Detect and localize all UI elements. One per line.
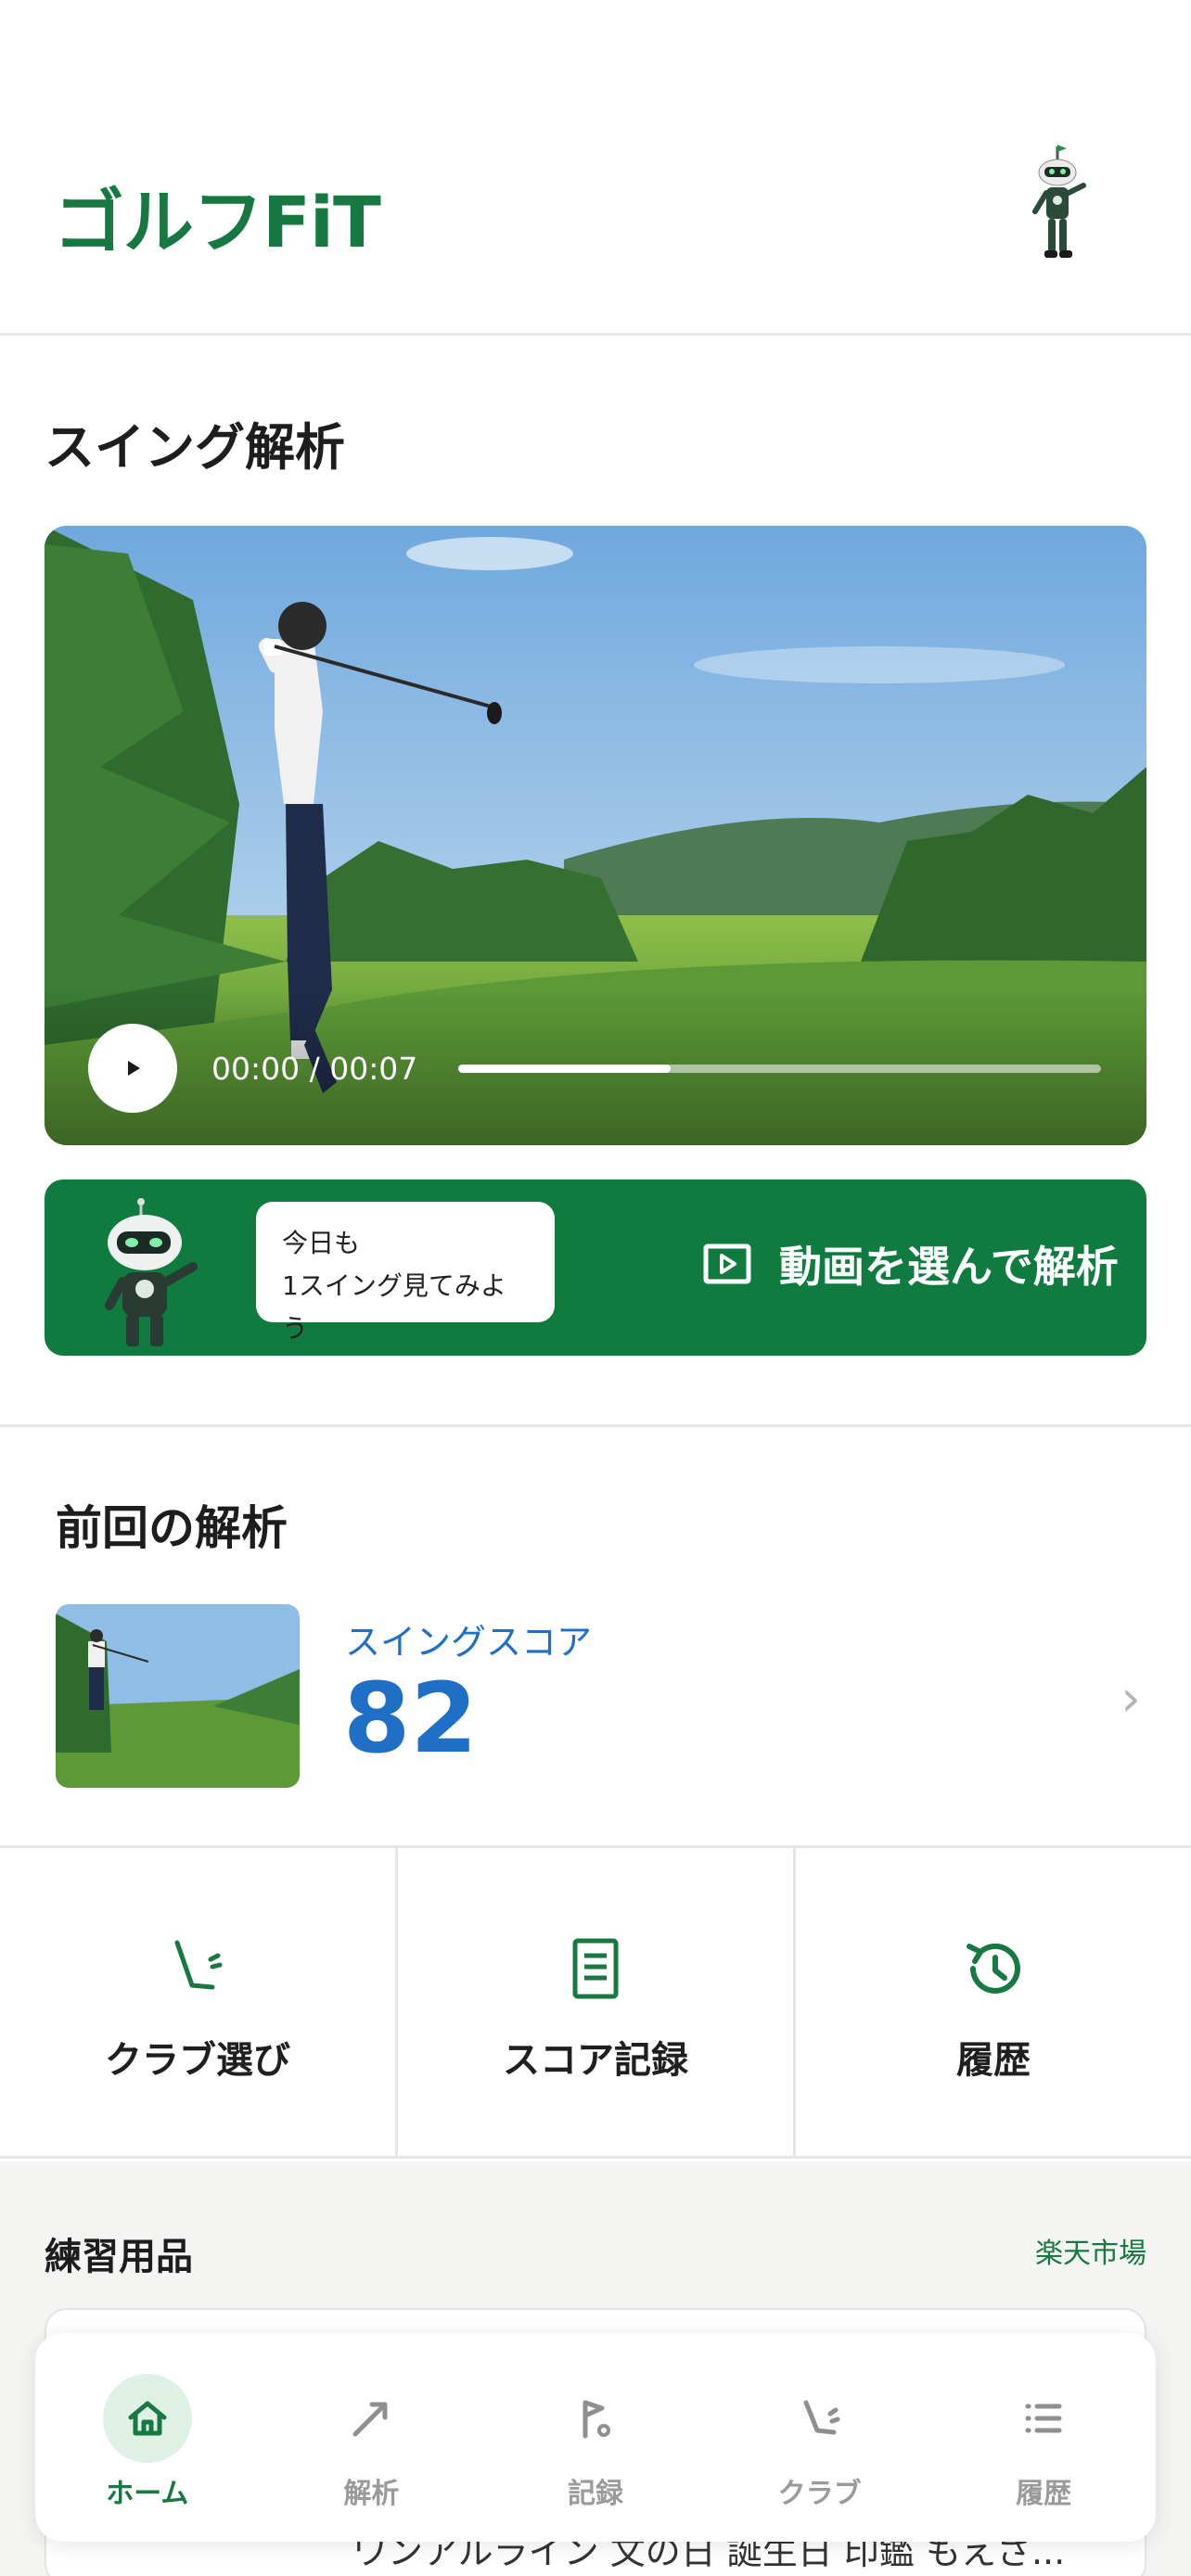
quick-history-label: 履歴 [956, 2039, 1031, 2082]
cta-speech-bubble: 今日も 1スイング見てみよう [256, 1202, 555, 1344]
quick-score-record[interactable]: スコア記録 [398, 1848, 796, 2156]
play-icon [128, 1061, 140, 1076]
history-icon [967, 1943, 1020, 1994]
swing-video-player[interactable]: 00:00 / 00:07 [45, 526, 1146, 1145]
video-time: 00:00 / 00:07 [211, 1051, 418, 1087]
last-analysis-card[interactable]: スイングスコア 82 › [56, 1604, 1141, 1788]
tab-history-label: 履歴 [1016, 2478, 1072, 2510]
tab-record-label: 記録 [567, 2478, 623, 2510]
tab-record[interactable]: 記録 [483, 2333, 708, 2542]
video-progress-bar[interactable] [458, 1065, 1101, 1073]
flag-icon [551, 2374, 640, 2463]
rakuten-link[interactable]: 楽天市場 [1035, 2230, 1146, 2271]
swing-score-label: スイングスコア [345, 1622, 593, 1663]
quick-score-label: スコア記録 [503, 2039, 688, 2082]
app-logo: ゴルフFiT [54, 181, 381, 263]
tab-club-label: クラブ [777, 2478, 862, 2510]
bubble-line-2: 1スイング見てみよう [282, 1270, 506, 1344]
bubble-line-1: 今日も [282, 1228, 361, 1258]
section-divider [0, 1424, 1191, 1427]
video-icon [703, 1243, 751, 1284]
select-video-label: 動画を選んで解析 [779, 1242, 1119, 1292]
select-video-cta[interactable]: 今日も 1スイング見てみよう 動画を選んで解析 [45, 1180, 1146, 1356]
robot-mascot-icon[interactable] [1024, 139, 1091, 269]
tab-analysis-label: 解析 [343, 2478, 400, 2510]
tab-home[interactable]: ホーム [35, 2333, 260, 2542]
play-button[interactable] [88, 1024, 177, 1113]
quick-club-label: クラブ選び [105, 2039, 290, 2082]
bottom-tab-bar: ホーム 解析 記録 クラブ 履歴 [35, 2333, 1156, 2542]
practice-goods-title: 練習用品 [45, 2236, 193, 2278]
scorecard-icon [572, 1938, 619, 1999]
chevron-right-icon: › [1121, 1669, 1141, 1728]
last-analysis-title: 前回の解析 [56, 1501, 288, 1555]
robot-mascot-icon [105, 1198, 198, 1346]
swing-section-title: スイング解析 [45, 418, 345, 477]
club-icon [775, 2374, 864, 2463]
list-icon [999, 2374, 1088, 2463]
tab-club[interactable]: クラブ [708, 2333, 932, 2542]
app-header: ゴルフFiT [0, 0, 1191, 336]
analysis-icon [327, 2374, 416, 2463]
quick-history[interactable]: 履歴 [796, 1848, 1191, 2156]
select-video-button[interactable]: 動画を選んで解析 [703, 1233, 1119, 1294]
quick-club-select[interactable]: クラブ選び [0, 1848, 398, 2156]
tab-analysis[interactable]: 解析 [260, 2333, 484, 2542]
video-progress-fill [458, 1065, 671, 1073]
quick-actions: クラブ選び スコア記録 履歴 [0, 1845, 1191, 2159]
last-analysis-thumbnail [56, 1604, 300, 1788]
home-icon [102, 2374, 192, 2463]
swing-score-value: 82 [343, 1662, 478, 1775]
tab-history[interactable]: 履歴 [931, 2333, 1156, 2542]
club-icon [174, 1940, 223, 1990]
tab-home-label: ホーム [106, 2478, 189, 2510]
